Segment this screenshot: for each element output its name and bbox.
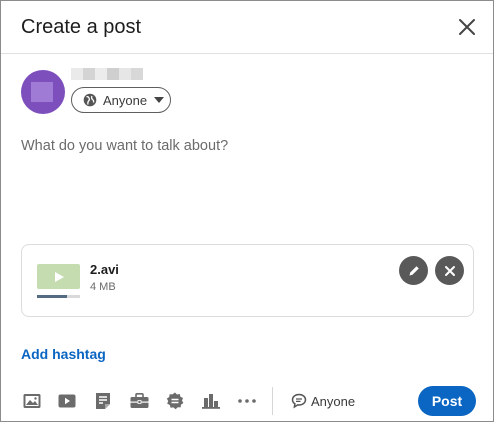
post-toolbar: Anyone Post [1,381,493,421]
pencil-icon [409,265,419,275]
caret-down-icon [154,97,165,103]
avatar[interactable] [21,70,65,114]
document-icon [96,393,110,409]
author-name-redacted [71,68,143,80]
audience-selector[interactable]: Anyone [71,87,171,113]
post-author: Anyone [21,68,321,116]
upload-progress-fill [37,295,68,298]
celebrate-button[interactable] [165,391,185,411]
create-post-dialog: Create a post Anyone What do you want to… [0,0,494,422]
close-icon [444,265,455,276]
share-job-button[interactable] [129,391,149,411]
add-hashtag-link[interactable]: Add hashtag [21,346,106,362]
add-document-button[interactable] [93,391,113,411]
comment-icon [291,393,307,409]
file-size: 4 MB [90,281,116,293]
add-photo-button[interactable] [22,391,42,411]
audience-label: Anyone [103,92,148,108]
close-icon [459,19,475,35]
add-video-button[interactable] [57,391,77,411]
comment-setting-label: Anyone [311,393,356,409]
upload-progress-bar [37,295,80,298]
more-options-button[interactable] [237,391,257,411]
file-name: 2.avi [90,262,119,277]
globe-icon [83,93,97,107]
avatar-blur [31,82,53,102]
job-icon [130,393,148,408]
remove-attachment-button[interactable] [435,256,464,285]
comment-control-button[interactable]: Anyone [291,391,355,411]
photo-icon [23,394,41,408]
post-text-input[interactable]: What do you want to talk about? [21,138,228,154]
poll-icon [202,394,220,409]
close-button[interactable] [453,13,481,41]
more-icon [238,399,256,403]
video-attachment: 2.avi 4 MB [21,244,474,317]
create-poll-button[interactable] [201,391,221,411]
dialog-header: Create a post [1,1,493,54]
celebrate-icon [166,392,184,410]
toolbar-divider [272,387,273,415]
play-icon [54,271,64,282]
video-thumbnail [37,264,80,289]
video-icon [58,394,76,408]
edit-attachment-button[interactable] [399,256,428,285]
dialog-title: Create a post [21,16,142,38]
post-button[interactable]: Post [418,386,476,416]
